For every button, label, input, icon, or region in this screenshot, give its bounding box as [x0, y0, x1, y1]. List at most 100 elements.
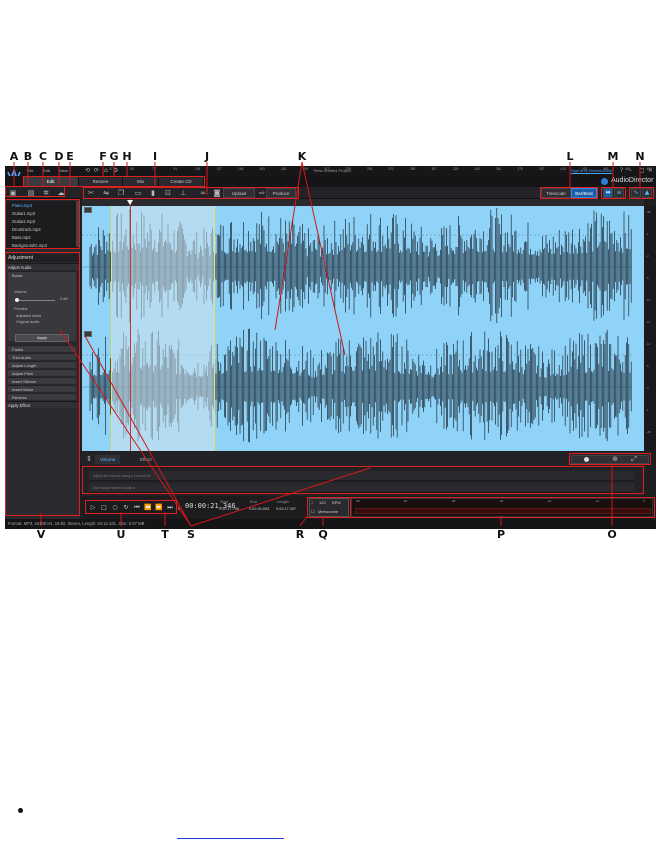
callout-o: O [607, 528, 617, 541]
meter-tick-label: -24 [547, 499, 552, 503]
maximize-button[interactable]: □ [639, 167, 645, 174]
ruler-tick-label: 451 [603, 167, 609, 171]
track-2-marker[interactable] [84, 331, 92, 337]
callout-l: L [566, 150, 574, 163]
callout-n: N [635, 150, 645, 163]
ruler-tick-label: 235 [345, 167, 351, 171]
ruler-tick-label: 289 [410, 167, 416, 171]
ruler-tick-label: 307 [431, 167, 437, 171]
ruler-tick-label: 199 [302, 167, 308, 171]
ruler-tick-label: 397 [539, 167, 545, 171]
callout-r: R [295, 528, 305, 541]
menu-file[interactable]: File [27, 168, 33, 173]
start-value[interactable]: 0:00:17.796 [219, 507, 239, 511]
highlight-library [5, 199, 80, 249]
audiodirector-window: File Edit View ⟲ ⟳ ⌂ ⚙ *New Untitled Pro… [5, 166, 656, 529]
callout-a: A [9, 150, 19, 163]
callout-c: C [38, 150, 48, 163]
highlight-top-left-icons [5, 186, 65, 197]
menu-view[interactable]: View [59, 168, 68, 173]
redo-icon[interactable]: ⟳ [94, 167, 99, 174]
amplitude-tick-label: -12 [646, 342, 651, 346]
highlight-bpm [307, 497, 351, 518]
ruler-tick-label: 487 [646, 167, 652, 171]
amplitude-tick-label: -3 [646, 254, 649, 258]
end-label: End [250, 500, 257, 504]
tab-volume[interactable]: Volume [95, 455, 121, 464]
ruler-tick-label: 361 [496, 167, 502, 171]
ruler-tick-label: 109 [195, 167, 201, 171]
highlight-effect-rows [82, 466, 644, 494]
callout-e: E [66, 150, 74, 163]
track-1-marker[interactable] [84, 207, 92, 213]
callout-q: Q [318, 528, 328, 541]
highlight-toolbar [83, 187, 299, 199]
amplitude-tick-label: -inf [646, 320, 651, 324]
callout-t: T [161, 528, 169, 541]
selection-range[interactable] [111, 206, 215, 451]
callout-f: F [99, 150, 107, 163]
ruler-tick-label: 343 [474, 167, 480, 171]
highlight-display-mode [629, 187, 654, 199]
tab-effect[interactable]: Effect [135, 455, 157, 464]
help-button[interactable]: ? [620, 167, 623, 174]
callout-u: U [116, 528, 126, 541]
amplitude-tick-label: -6 [646, 364, 649, 368]
meter-tick-label: -dB [355, 499, 360, 503]
callout-i: I [152, 150, 158, 163]
amplitude-tick-label: -1 [646, 232, 649, 236]
home-icon[interactable]: ⌂ [104, 167, 108, 174]
ruler-tick-label: 91 [173, 167, 178, 171]
highlight-time-format [540, 187, 598, 199]
highlight-adjustment [5, 252, 80, 516]
ruler-tick-label: 325 [453, 167, 459, 171]
ruler-tick-label: 379 [517, 167, 523, 171]
callout-b: B [23, 150, 33, 163]
highlight-transport [85, 500, 177, 514]
ruler-tick-label: 253 [367, 167, 373, 171]
menu-edit[interactable]: Edit [43, 168, 50, 173]
ruler-tick-label: 163 [259, 167, 265, 171]
timeline-ruler[interactable] [82, 199, 644, 206]
settings-icon[interactable]: ⚙ [113, 167, 118, 174]
meter-tick-label: -12 [595, 499, 600, 503]
collapse-icon[interactable]: ⇕ [85, 455, 93, 463]
highlight-track-view [601, 187, 626, 199]
callout-k: K [297, 150, 307, 163]
amplitude-scale [644, 206, 656, 451]
ruler-tick-label: 127 [216, 167, 222, 171]
callout-d: D [54, 150, 64, 163]
meter-tick-label: -48 [451, 499, 456, 503]
playhead[interactable] [130, 199, 131, 451]
ruler-tick-label: 469 [625, 167, 631, 171]
amplitude-tick-label: -3 [646, 386, 649, 390]
start-label: Start [220, 500, 229, 504]
undo-icon[interactable]: ⟲ [85, 167, 90, 174]
brand-icon [601, 178, 608, 185]
callout-p: P [496, 528, 506, 541]
length-label: Length [277, 500, 289, 504]
status-bar: Format: MP3, 44100 Hz, 16-bit, Stereo, L… [5, 519, 656, 529]
ruler-tick-label: 217 [324, 167, 330, 171]
end-value[interactable]: 0:00:26.853 [249, 507, 269, 511]
brand-name: AudioDirector [611, 177, 654, 184]
hyperlink-underline[interactable] [177, 838, 284, 839]
amplitude-tick-label: -6 [646, 276, 649, 280]
callout-h: H [122, 150, 132, 163]
ruler-tick-label: 55 [130, 167, 135, 171]
ruler-tick-label: 271 [388, 167, 394, 171]
amplitude-tick-label: -12 [646, 298, 651, 302]
ruler-tick-label: 433 [582, 167, 588, 171]
meter-tick-label: -36 [499, 499, 504, 503]
callout-s: S [187, 528, 195, 541]
volume-effect-bar [82, 452, 644, 466]
amplitude-tick-label: -dB [646, 430, 651, 434]
callout-v: V [36, 528, 46, 541]
ruler-tick-label: 181 [281, 167, 287, 171]
ruler-tick-label: 73 [152, 167, 156, 171]
amplitude-tick-label: -dB [646, 210, 651, 214]
meter-tick-label: 0 [643, 499, 645, 503]
amplitude-tick-label: -1 [646, 408, 649, 412]
length-value[interactable]: 0:00:17.057 [276, 507, 296, 511]
callout-m: M [607, 150, 619, 163]
